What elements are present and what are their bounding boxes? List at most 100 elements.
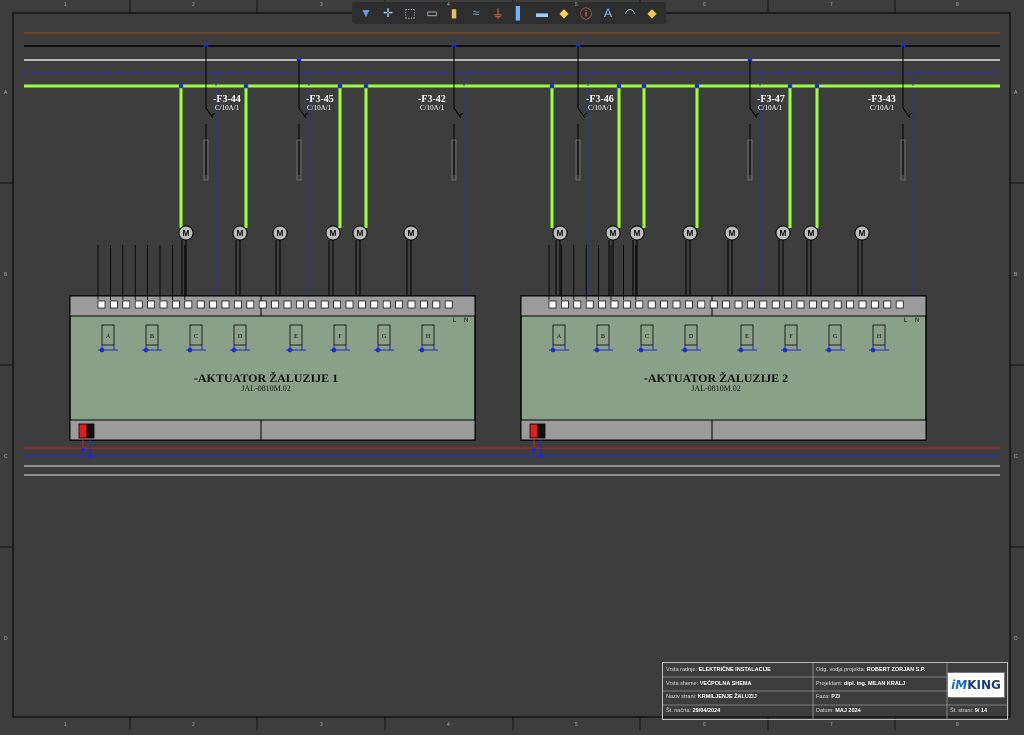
terminal (672, 300, 681, 309)
grid-row-a: A (4, 90, 8, 96)
junction-dot (80, 447, 86, 453)
motor-label: M (183, 229, 190, 238)
junction-dot (419, 347, 425, 353)
marker-tool-button[interactable]: ◆ (642, 3, 662, 23)
tb-odg-label: Odg. vodja projekta: (816, 667, 866, 673)
actuator-bus-strip (520, 419, 927, 441)
tb-vrsta-radnje-label: Vrsta radnje: (666, 667, 697, 673)
grid-col-2: 2 (192, 2, 195, 8)
terminal (660, 300, 668, 309)
arc-tool-button[interactable]: ◠ (620, 3, 640, 23)
motor-label: M (859, 229, 866, 238)
knx-connector-minus (86, 423, 95, 439)
terminal (122, 300, 131, 309)
terminal (895, 300, 904, 309)
motor-label: M (277, 229, 284, 238)
motor-label: M (780, 229, 787, 238)
junction-dot (616, 83, 622, 89)
relay-channel-label: G (382, 334, 387, 340)
bus-tool-button[interactable]: ▌ (510, 3, 530, 23)
grid-colb-7: 7 (830, 722, 833, 728)
document-icon: ▮ (450, 6, 458, 20)
grid-col-8: 8 (956, 2, 959, 8)
terminal (432, 300, 441, 309)
terminal (697, 300, 706, 309)
terminal (796, 300, 805, 309)
select-rect-tool-button[interactable]: ⬚ (400, 3, 420, 23)
motor-label: M (634, 229, 641, 238)
component-tool-button[interactable]: ▬ (532, 3, 552, 23)
save-tool-button[interactable]: ▭ (422, 3, 442, 23)
terminal (734, 300, 743, 309)
junction-dot (826, 347, 832, 353)
info-tool-button[interactable]: ⓘ (576, 3, 596, 23)
terminal (407, 300, 416, 309)
terminal (296, 300, 304, 309)
breaker-switch (303, 112, 309, 117)
bus-icon: ▌ (515, 6, 525, 20)
junction-dot (641, 83, 647, 89)
text-tool-button[interactable]: A (598, 3, 618, 23)
actuator-body (69, 295, 476, 441)
grid-row-b: B (4, 272, 8, 278)
info-icon: ⓘ (579, 6, 592, 21)
tb-datum: MAJ 2024 (835, 708, 861, 714)
terminal (771, 300, 780, 309)
tb-st-strani-label: Št. strani: (950, 708, 974, 714)
terminal (97, 300, 106, 309)
motor-label: M (557, 229, 564, 238)
breaker-switch (210, 112, 216, 117)
breaker-rating: C/10A/1 (215, 104, 240, 112)
junction-dot (538, 453, 544, 459)
relay-channel-label: D (689, 334, 694, 340)
knx-connector-plus (78, 423, 88, 439)
tb-st-strani: 9/ 14 (974, 708, 987, 714)
relay-channel-label: H (426, 334, 431, 340)
relay-channel-label: H (877, 334, 882, 340)
filter-tool-button[interactable]: ▼ (356, 3, 376, 23)
terminal (271, 300, 279, 309)
grid-rowr-c: C (1014, 454, 1018, 460)
tag-tool-button[interactable]: ◆ (554, 3, 574, 23)
junction-dot (814, 83, 820, 89)
company-logo: iM KING (947, 672, 1005, 698)
grid-col-6: 6 (703, 2, 706, 8)
junction-dot (694, 83, 700, 89)
breaker-switch (298, 107, 307, 119)
terminal (283, 300, 292, 309)
junction-dot (594, 347, 600, 353)
breaker-switch (458, 112, 464, 117)
breaker-switch (749, 107, 758, 119)
relay-channel-label: C (194, 334, 198, 340)
breaker-switch (453, 107, 462, 119)
relay-channel-label: C (645, 334, 649, 340)
relay-channel-label: B (150, 334, 154, 340)
ground-tool-button[interactable]: ⏚ (488, 3, 508, 23)
grid-rowr-d: D (1014, 636, 1018, 642)
terminal (647, 300, 656, 309)
terminal (246, 300, 255, 309)
grid-row-c: C (4, 454, 8, 460)
terminal (846, 300, 854, 309)
actuator-2-model: JAL-0810M.02 (691, 384, 741, 393)
breaker-rating: C/10A/1 (307, 104, 332, 112)
wire-tool-button[interactable]: ≈ (466, 3, 486, 23)
terminal (333, 300, 341, 309)
terminal (858, 300, 867, 309)
terminal (623, 300, 631, 309)
motor-label: M (408, 229, 415, 238)
terminal (883, 300, 892, 309)
terminal-n-label: N (464, 318, 468, 324)
terminal (234, 300, 242, 309)
terminal (759, 300, 768, 309)
terminal (110, 300, 118, 309)
grid-col-3: 3 (320, 2, 323, 8)
crosshair-tool-button[interactable]: ✛ (378, 3, 398, 23)
junction-dot (187, 347, 193, 353)
junction-dot (375, 347, 381, 353)
breaker-rating: C/10A/1 (420, 104, 445, 112)
relay-channel-label: E (294, 334, 298, 340)
junction-dot (287, 347, 293, 353)
grid-colb-8: 8 (956, 722, 959, 728)
junction-dot (231, 347, 237, 353)
